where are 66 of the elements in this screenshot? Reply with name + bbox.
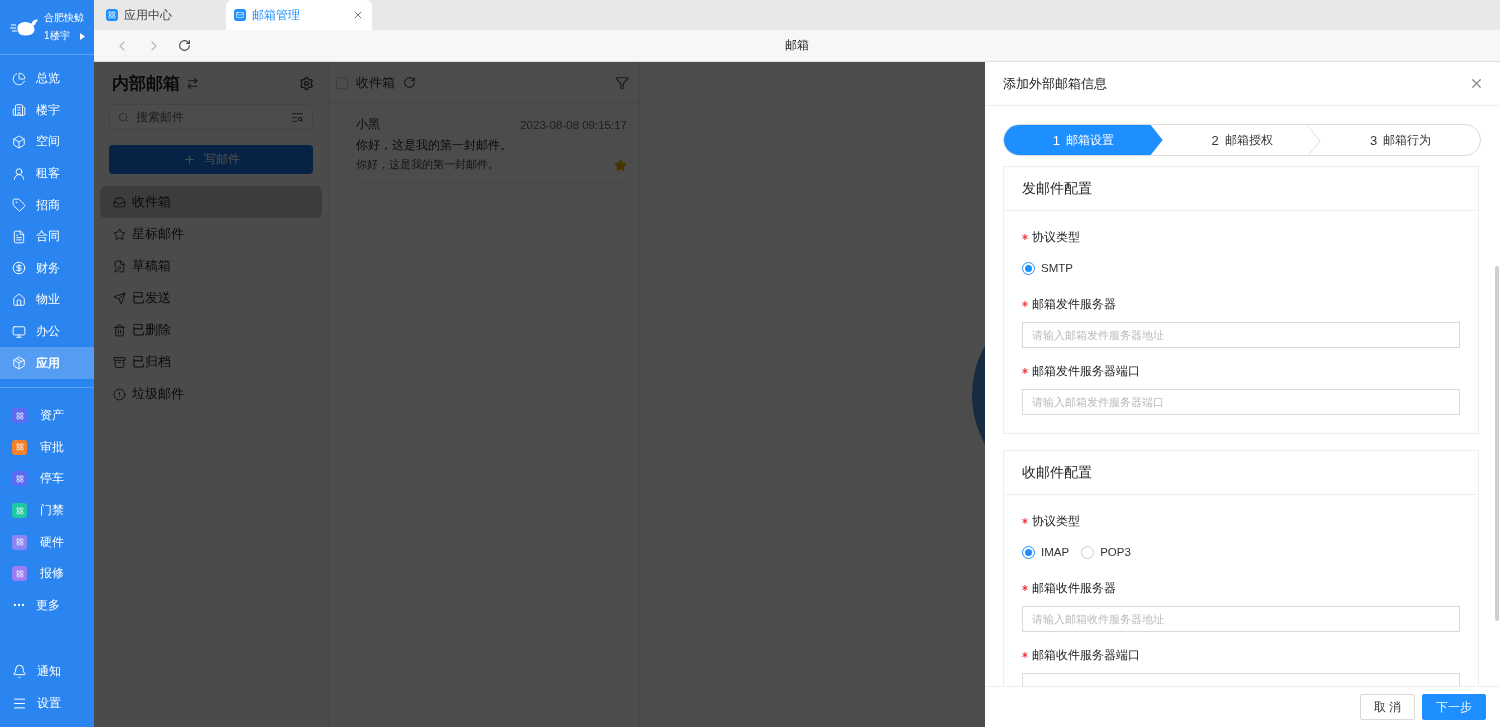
step-tab[interactable]: 2 邮箱授权 (1162, 125, 1322, 155)
pie-chart-icon (12, 71, 26, 86)
app-item[interactable]: 报修 (0, 557, 94, 590)
nav-item[interactable]: 招商 (0, 189, 94, 221)
caret-icon[interactable] (79, 32, 85, 40)
section-title: 收邮件配置 (1022, 463, 1092, 482)
app-item[interactable]: 硬件 (0, 526, 94, 558)
app-item[interactable]: 门禁 (0, 494, 94, 527)
nav-item[interactable]: 总览 (0, 63, 94, 95)
refresh-icon[interactable] (178, 39, 191, 52)
document-icon (12, 229, 26, 244)
tag-icon (12, 198, 26, 213)
more-item[interactable]: 更多 (0, 589, 94, 622)
whale-logo (10, 18, 38, 36)
input-field[interactable]: 请输入邮箱发件服务器端口 (1022, 389, 1460, 415)
radio-option[interactable]: SMTP (1022, 261, 1073, 275)
menu-icon (12, 695, 27, 711)
cancel-button[interactable]: 取 消 (1359, 694, 1415, 720)
user-icon (12, 166, 26, 181)
section-title: 发邮件配置 (1022, 179, 1092, 198)
scrollbar[interactable] (1495, 266, 1499, 621)
app-icon (234, 9, 246, 21)
next-button[interactable]: 下一步 (1422, 694, 1486, 720)
bell-icon (12, 664, 27, 680)
close-icon[interactable] (1469, 76, 1484, 91)
nav-item[interactable]: 物业 (0, 284, 94, 316)
field-label: 协议类型 (1032, 513, 1080, 529)
nav-item[interactable]: 合同 (0, 220, 94, 253)
building-icon (12, 103, 26, 118)
monitor-icon (12, 324, 26, 339)
field-label: 邮箱收件服务器端口 (1032, 647, 1140, 663)
app-item[interactable]: 资产 (0, 399, 94, 432)
nav-item[interactable]: 设置 (0, 687, 94, 719)
field-label: 协议类型 (1032, 229, 1080, 245)
folder-title: 收件箱 (356, 73, 395, 92)
company-name: 合肥快鲸 (44, 11, 85, 25)
field-label: 邮箱发件服务器端口 (1032, 363, 1140, 379)
app-icon (106, 9, 118, 21)
radio-option[interactable]: IMAP (1022, 545, 1070, 559)
radio-option[interactable]: POP3 (1081, 545, 1131, 559)
input-field[interactable]: 请输入邮箱发件服务器地址 (1022, 322, 1460, 348)
drawer-title: 添加外部邮箱信息 (1003, 74, 1107, 93)
step-tab[interactable]: 1 邮箱设置 (1004, 125, 1163, 155)
browser-tab[interactable]: 应用中心 (98, 0, 226, 30)
app-item[interactable]: 审批 (0, 431, 94, 464)
browser-tab[interactable]: 邮箱管理 (226, 0, 372, 30)
nav-item[interactable]: 空间 (0, 126, 94, 158)
nav-item[interactable]: 财务 (0, 252, 94, 285)
nav-item[interactable]: 应用 (0, 347, 94, 379)
nav-item[interactable]: 租客 (0, 157, 94, 190)
cube-icon (12, 135, 26, 149)
coin-icon (12, 261, 26, 276)
input-field[interactable]: 请输入邮箱收件服务器地址 (1022, 606, 1460, 632)
mailbox-title: 内部邮箱 (112, 72, 180, 95)
app-item[interactable]: 停车 (0, 463, 94, 495)
step-tab[interactable]: 3 邮箱行为 (1321, 125, 1480, 155)
nav-item[interactable]: 楼宇 (0, 94, 94, 127)
close-icon[interactable] (352, 9, 364, 21)
field-label: 邮箱发件服务器 (1032, 296, 1116, 312)
house-icon (12, 292, 26, 307)
nav-item[interactable]: 办公 (0, 315, 94, 348)
cube-icon (12, 356, 26, 371)
field-label: 邮箱收件服务器 (1032, 580, 1116, 596)
building-name[interactable]: 1楼宇 (44, 29, 70, 43)
nav-item[interactable]: 通知 (0, 655, 94, 688)
page-title: 邮箱 (785, 37, 809, 54)
